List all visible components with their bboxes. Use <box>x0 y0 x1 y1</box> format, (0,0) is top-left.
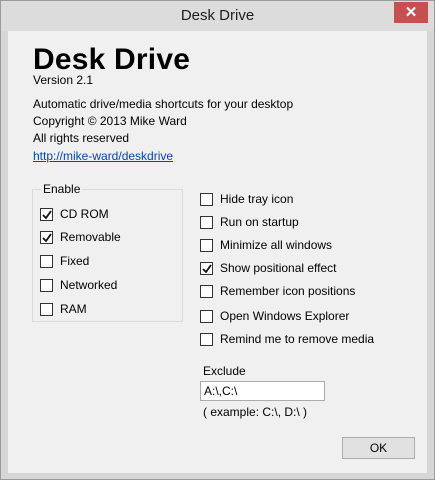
checkbox-label: Fixed <box>60 254 90 268</box>
checkbox-box[interactable] <box>200 192 213 206</box>
checkbox-minimize-all-windows[interactable]: Minimize all windows <box>200 237 332 253</box>
checkbox-label: Run on startup <box>220 215 299 229</box>
checkbox-removable[interactable]: Removable <box>40 229 121 245</box>
checkbox-label: RAM <box>60 302 87 316</box>
desk-drive-window: Desk Drive ✕ Desk Drive Version 2.1 Auto… <box>0 0 435 480</box>
version-text: Version 2.1 <box>33 73 94 87</box>
app-title: Desk Drive <box>33 43 191 76</box>
checkbox-networked[interactable]: Networked <box>40 277 117 293</box>
checkbox-box[interactable] <box>40 207 53 221</box>
exclude-example-text: ( example: C:\, D:\ ) <box>203 405 308 419</box>
checkbox-cd-rom[interactable]: CD ROM <box>40 206 109 222</box>
checkbox-label: Removable <box>60 230 121 244</box>
checkbox-box[interactable] <box>40 254 53 268</box>
checkbox-label: CD ROM <box>60 207 109 221</box>
checkbox-box[interactable] <box>200 309 213 323</box>
checkbox-box[interactable] <box>40 230 53 244</box>
checkbox-label: Remember icon positions <box>220 284 356 298</box>
checkbox-label: Minimize all windows <box>220 238 333 252</box>
checkbox-box[interactable] <box>200 261 213 275</box>
rights-text: All rights reserved <box>33 131 130 145</box>
description-text: Automatic drive/media shortcuts for your… <box>33 97 294 111</box>
checkbox-remind-remove-media[interactable]: Remind me to remove media <box>200 331 374 347</box>
checkbox-box[interactable] <box>200 215 213 229</box>
checkbox-fixed[interactable]: Fixed <box>40 253 89 269</box>
checkbox-hide-tray-icon[interactable]: Hide tray icon <box>200 191 293 207</box>
checkbox-show-positional-effect[interactable]: Show positional effect <box>200 260 337 276</box>
copyright-text: Copyright © 2013 Mike Ward <box>33 114 187 128</box>
exclude-input[interactable] <box>200 381 325 401</box>
checkbox-label: Networked <box>60 278 118 292</box>
website-link[interactable]: http://mike-ward/deskdrive <box>33 149 173 163</box>
checkbox-label: Hide tray icon <box>220 192 294 206</box>
close-button[interactable]: ✕ <box>394 2 428 23</box>
checkbox-run-on-startup[interactable]: Run on startup <box>200 214 299 230</box>
checkbox-remember-icon-positions[interactable]: Remember icon positions <box>200 283 355 299</box>
checkmark-icon <box>202 263 212 273</box>
checkmark-icon <box>42 232 52 242</box>
exclude-label: Exclude <box>203 364 246 378</box>
checkbox-box[interactable] <box>200 284 213 298</box>
window-title: Desk Drive <box>180 7 255 24</box>
checkbox-ram[interactable]: RAM <box>40 301 87 317</box>
ok-button[interactable]: OK <box>342 437 415 459</box>
checkmark-icon <box>42 209 52 219</box>
checkbox-label: Show positional effect <box>220 261 337 275</box>
checkbox-box[interactable] <box>40 278 53 292</box>
checkbox-box[interactable] <box>200 238 213 252</box>
title-bar[interactable]: Desk Drive ✕ <box>1 1 434 31</box>
checkbox-open-windows-explorer[interactable]: Open Windows Explorer <box>200 308 349 324</box>
enable-group-label: Enable <box>41 182 83 196</box>
client-area: Desk Drive Version 2.1 Automatic drive/m… <box>8 31 427 473</box>
checkbox-label: Remind me to remove media <box>220 332 375 346</box>
checkbox-label: Open Windows Explorer <box>220 309 350 323</box>
checkbox-box[interactable] <box>200 332 213 346</box>
checkbox-box[interactable] <box>40 302 53 316</box>
